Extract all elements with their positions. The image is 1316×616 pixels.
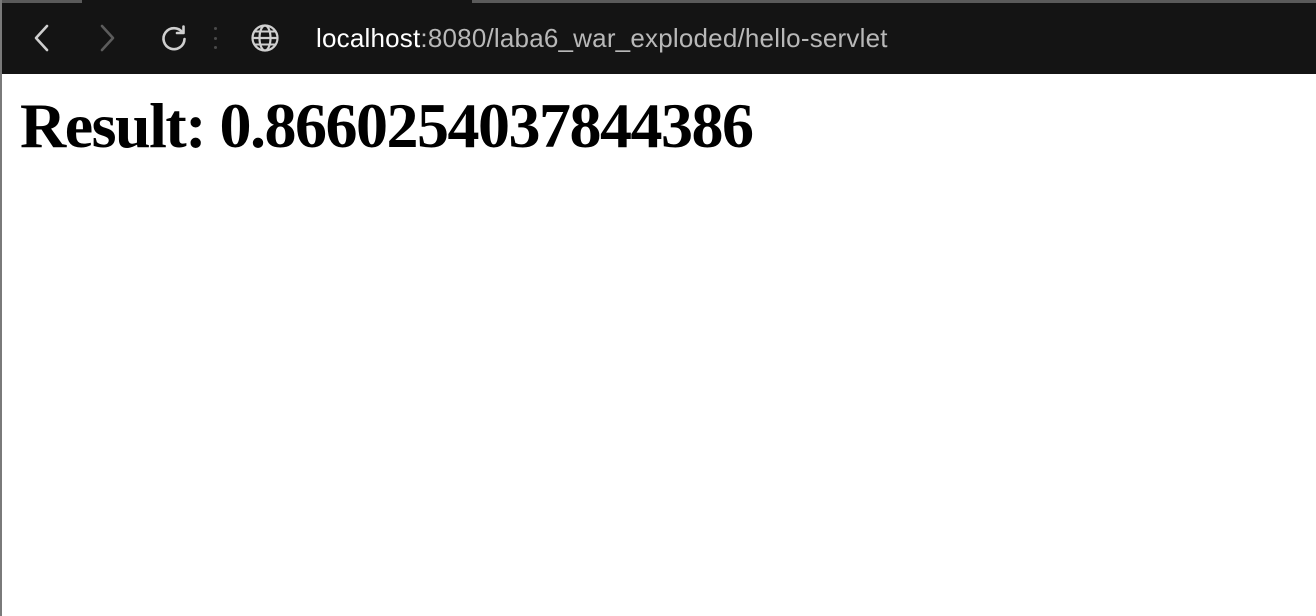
result-heading: Result: 0.8660254037844386 bbox=[20, 90, 754, 161]
chevron-left-icon bbox=[34, 24, 49, 52]
globe-icon bbox=[251, 24, 279, 52]
url-host: localhost bbox=[316, 23, 421, 53]
site-info-button[interactable] bbox=[249, 22, 281, 54]
chevron-right-icon bbox=[100, 24, 115, 52]
toolbar-separator bbox=[213, 27, 217, 49]
back-button[interactable] bbox=[24, 20, 60, 56]
reload-button[interactable] bbox=[156, 20, 192, 56]
tab-strip-edge-right bbox=[472, 0, 1316, 3]
reload-icon bbox=[162, 25, 186, 51]
url-path: :8080/laba6_war_exploded/hello-servlet bbox=[420, 23, 888, 53]
browser-toolbar: localhost:8080/laba6_war_exploded/hello-… bbox=[2, 0, 1316, 74]
tab-strip-edge bbox=[2, 0, 82, 3]
page-content: Result: 0.8660254037844386 bbox=[20, 88, 1306, 164]
address-bar[interactable]: localhost:8080/laba6_war_exploded/hello-… bbox=[316, 20, 888, 56]
browser-window: localhost:8080/laba6_war_exploded/hello-… bbox=[0, 0, 1316, 616]
forward-button[interactable] bbox=[89, 20, 125, 56]
